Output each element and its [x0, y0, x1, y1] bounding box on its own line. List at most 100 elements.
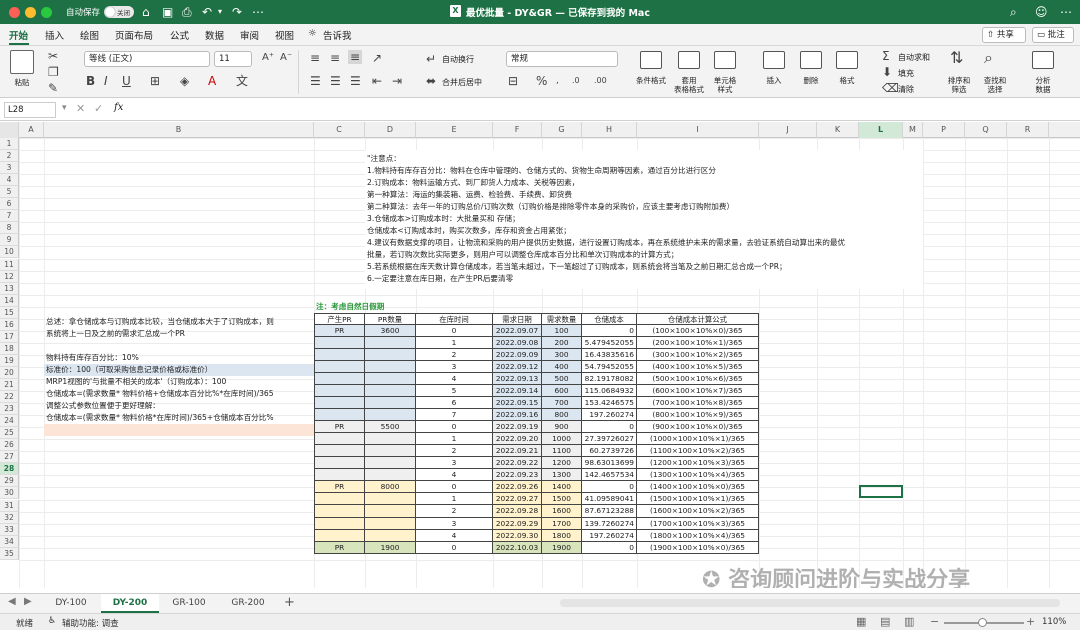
- table-cell[interactable]: [365, 529, 416, 542]
- table-cell[interactable]: 0: [416, 421, 493, 434]
- account-icon[interactable]: ☺: [1035, 3, 1048, 21]
- table-cell[interactable]: [314, 348, 365, 361]
- borders-icon[interactable]: ⊞: [150, 74, 160, 88]
- tab-insert[interactable]: 插入: [45, 28, 64, 42]
- table-cell[interactable]: 82.19178082: [582, 372, 637, 385]
- fill-color-icon[interactable]: ◈: [180, 74, 189, 88]
- conditional-format-icon[interactable]: [640, 51, 662, 69]
- align-middle-icon[interactable]: ≡: [330, 51, 340, 65]
- align-top-icon[interactable]: ≡: [310, 51, 320, 65]
- table-cell[interactable]: [314, 505, 365, 518]
- row-header[interactable]: 26: [0, 439, 19, 452]
- tab-page-layout[interactable]: 页面布局: [115, 28, 153, 42]
- accessibility-status[interactable]: 辅助功能: 调查: [62, 617, 119, 629]
- row-header[interactable]: 12: [0, 270, 19, 283]
- prev-sheet-icon[interactable]: ◀: [8, 596, 16, 607]
- table-cell[interactable]: 1400: [542, 481, 582, 494]
- orientation-icon[interactable]: ↗: [372, 51, 382, 65]
- copy-icon[interactable]: ❐: [48, 65, 59, 79]
- table-cell[interactable]: 3600: [365, 324, 416, 337]
- table-cell[interactable]: 0: [416, 324, 493, 337]
- table-cell[interactable]: 2: [416, 445, 493, 458]
- align-bottom-icon[interactable]: ≡: [348, 50, 363, 64]
- table-cell[interactable]: 41.09589041: [582, 493, 637, 506]
- table-header-cell[interactable]: 需求日期: [493, 312, 542, 325]
- font-name-select[interactable]: 等线 (正文): [84, 51, 210, 67]
- row-header[interactable]: 6: [0, 198, 19, 211]
- table-cell[interactable]: 4: [416, 469, 493, 482]
- row-header[interactable]: 5: [0, 186, 19, 199]
- insert-cells-icon[interactable]: [763, 51, 785, 69]
- close-window-button[interactable]: [9, 7, 20, 18]
- table-cell[interactable]: 2022.09.07: [493, 324, 542, 337]
- column-header[interactable]: I: [637, 122, 759, 138]
- tab-data[interactable]: 数据: [205, 28, 224, 42]
- delete-cells-button[interactable]: 删除: [791, 76, 831, 85]
- merge-center-button[interactable]: 合并后居中: [442, 77, 482, 88]
- table-cell[interactable]: [314, 360, 365, 373]
- table-cell[interactable]: 2022.09.26: [493, 481, 542, 494]
- delete-cells-icon[interactable]: [800, 51, 822, 69]
- table-cell[interactable]: 27.39726027: [582, 433, 637, 446]
- table-cell[interactable]: (400×100×10%×5)/365: [637, 360, 759, 373]
- table-cell[interactable]: 142.4657534: [582, 469, 637, 482]
- formula-input[interactable]: [134, 102, 1074, 118]
- table-cell[interactable]: 2022.09.16: [493, 409, 542, 422]
- table-cell[interactable]: 0: [582, 541, 637, 554]
- sheet-tab-active[interactable]: DY-200: [101, 594, 159, 613]
- table-cell[interactable]: 0: [582, 481, 637, 494]
- sort-filter-button[interactable]: 排序和 筛选: [940, 76, 978, 94]
- row-header[interactable]: 13: [0, 282, 19, 295]
- table-cell[interactable]: [365, 336, 416, 349]
- row-header[interactable]: 32: [0, 511, 19, 524]
- comma-icon[interactable]: ,: [556, 74, 559, 88]
- row-header[interactable]: 20: [0, 366, 19, 379]
- table-cell[interactable]: 0: [416, 541, 493, 554]
- row-header[interactable]: 23: [0, 403, 19, 416]
- row-header[interactable]: 30: [0, 487, 19, 500]
- format-as-table-icon[interactable]: [678, 51, 700, 69]
- merge-center-icon[interactable]: ⬌: [426, 74, 436, 88]
- increase-decimal-icon[interactable]: .0: [572, 74, 580, 88]
- more-options-icon[interactable]: ⋯: [1060, 3, 1072, 21]
- table-cell[interactable]: (500×100×10%×6)/365: [637, 372, 759, 385]
- row-header[interactable]: 15: [0, 306, 19, 319]
- table-cell[interactable]: 800: [542, 409, 582, 422]
- column-header[interactable]: F: [493, 122, 542, 138]
- table-cell[interactable]: 2022.09.22: [493, 457, 542, 470]
- table-cell[interactable]: 700: [542, 397, 582, 410]
- tab-review[interactable]: 审阅: [240, 28, 259, 42]
- redo-icon[interactable]: ↷: [232, 3, 242, 21]
- table-cell[interactable]: [314, 409, 365, 422]
- table-cell[interactable]: 16.43835616: [582, 348, 637, 361]
- table-cell[interactable]: [365, 493, 416, 506]
- row-header[interactable]: 34: [0, 535, 19, 548]
- conditional-format-button[interactable]: 条件格式: [630, 76, 672, 85]
- table-header-cell[interactable]: 需求数量: [542, 312, 582, 325]
- table-cell[interactable]: 3: [416, 360, 493, 373]
- table-cell[interactable]: 1700: [542, 517, 582, 530]
- table-cell[interactable]: [314, 445, 365, 458]
- cut-icon[interactable]: ✂: [48, 49, 58, 63]
- column-header[interactable]: A: [19, 122, 44, 138]
- print-icon[interactable]: ⎙: [182, 3, 192, 21]
- column-header-selected[interactable]: L: [859, 122, 903, 138]
- table-cell[interactable]: 2022.09.23: [493, 469, 542, 482]
- table-cell[interactable]: 2022.09.21: [493, 445, 542, 458]
- table-cell[interactable]: 2022.09.09: [493, 348, 542, 361]
- row-header[interactable]: 9: [0, 234, 19, 247]
- column-header[interactable]: P: [923, 122, 965, 138]
- row-header[interactable]: 1: [0, 138, 19, 151]
- underline-icon[interactable]: U: [122, 74, 131, 88]
- table-cell[interactable]: [365, 517, 416, 530]
- save-icon[interactable]: ▣: [162, 3, 173, 21]
- paste-icon[interactable]: [10, 50, 34, 74]
- table-cell[interactable]: (1300×100×10%×4)/365: [637, 469, 759, 482]
- italic-icon[interactable]: I: [104, 74, 108, 88]
- table-cell[interactable]: [314, 336, 365, 349]
- table-cell[interactable]: (700×100×10%×8)/365: [637, 397, 759, 410]
- indent-increase-icon[interactable]: ⇥: [392, 74, 402, 88]
- table-cell[interactable]: 2: [416, 505, 493, 518]
- table-cell[interactable]: 200: [542, 336, 582, 349]
- cell-styles-icon[interactable]: [714, 51, 736, 69]
